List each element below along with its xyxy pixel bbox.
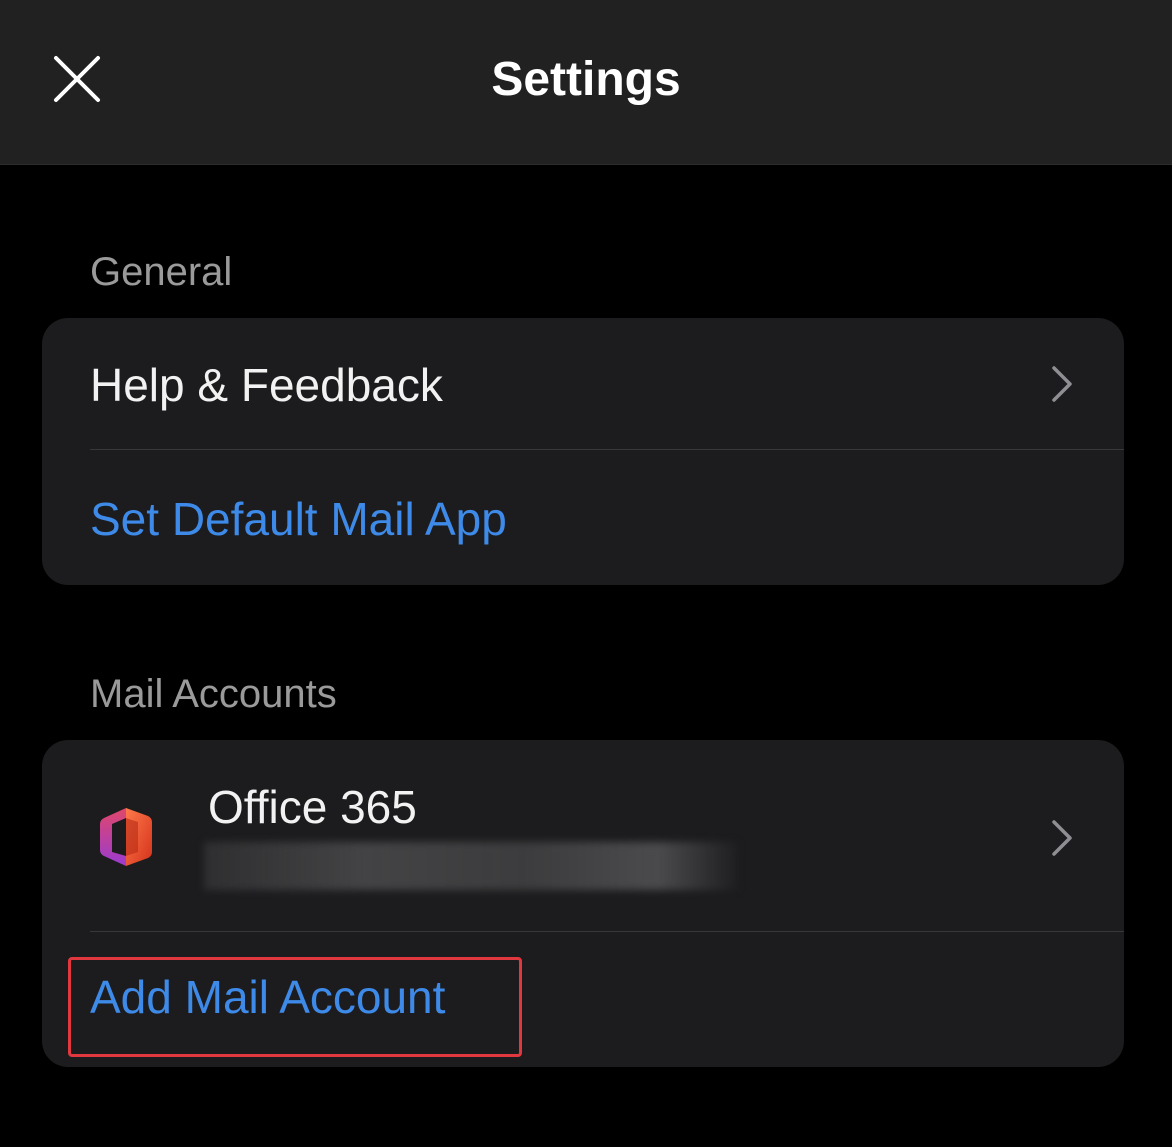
section-label-general: General (90, 250, 233, 294)
account-row-office-365[interactable]: Office 365 (42, 740, 1124, 931)
set-default-mail-app-row[interactable]: Set Default Mail App (42, 450, 1124, 585)
close-button[interactable] (44, 46, 110, 112)
nav-header: Settings (0, 0, 1172, 165)
chevron-right-icon (1052, 366, 1072, 402)
section-label-mail-accounts: Mail Accounts (90, 672, 337, 716)
close-icon (54, 56, 100, 102)
chevron-right-icon (1052, 820, 1072, 856)
mail-accounts-card: Office 365 Add Mail Account (42, 740, 1124, 1067)
add-mail-account-link[interactable]: Add Mail Account (90, 970, 445, 1024)
general-card: Help & Feedback Set Default Mail App (42, 318, 1124, 585)
account-name: Office 365 (208, 781, 417, 833)
redacted-email (204, 842, 738, 890)
set-default-mail-app-link[interactable]: Set Default Mail App (90, 492, 507, 546)
add-mail-account-row[interactable]: Add Mail Account (42, 932, 1124, 1067)
help-feedback-label: Help & Feedback (90, 359, 443, 411)
office-365-icon (100, 808, 152, 866)
page-title: Settings (491, 53, 681, 106)
help-feedback-row[interactable]: Help & Feedback (42, 318, 1124, 449)
